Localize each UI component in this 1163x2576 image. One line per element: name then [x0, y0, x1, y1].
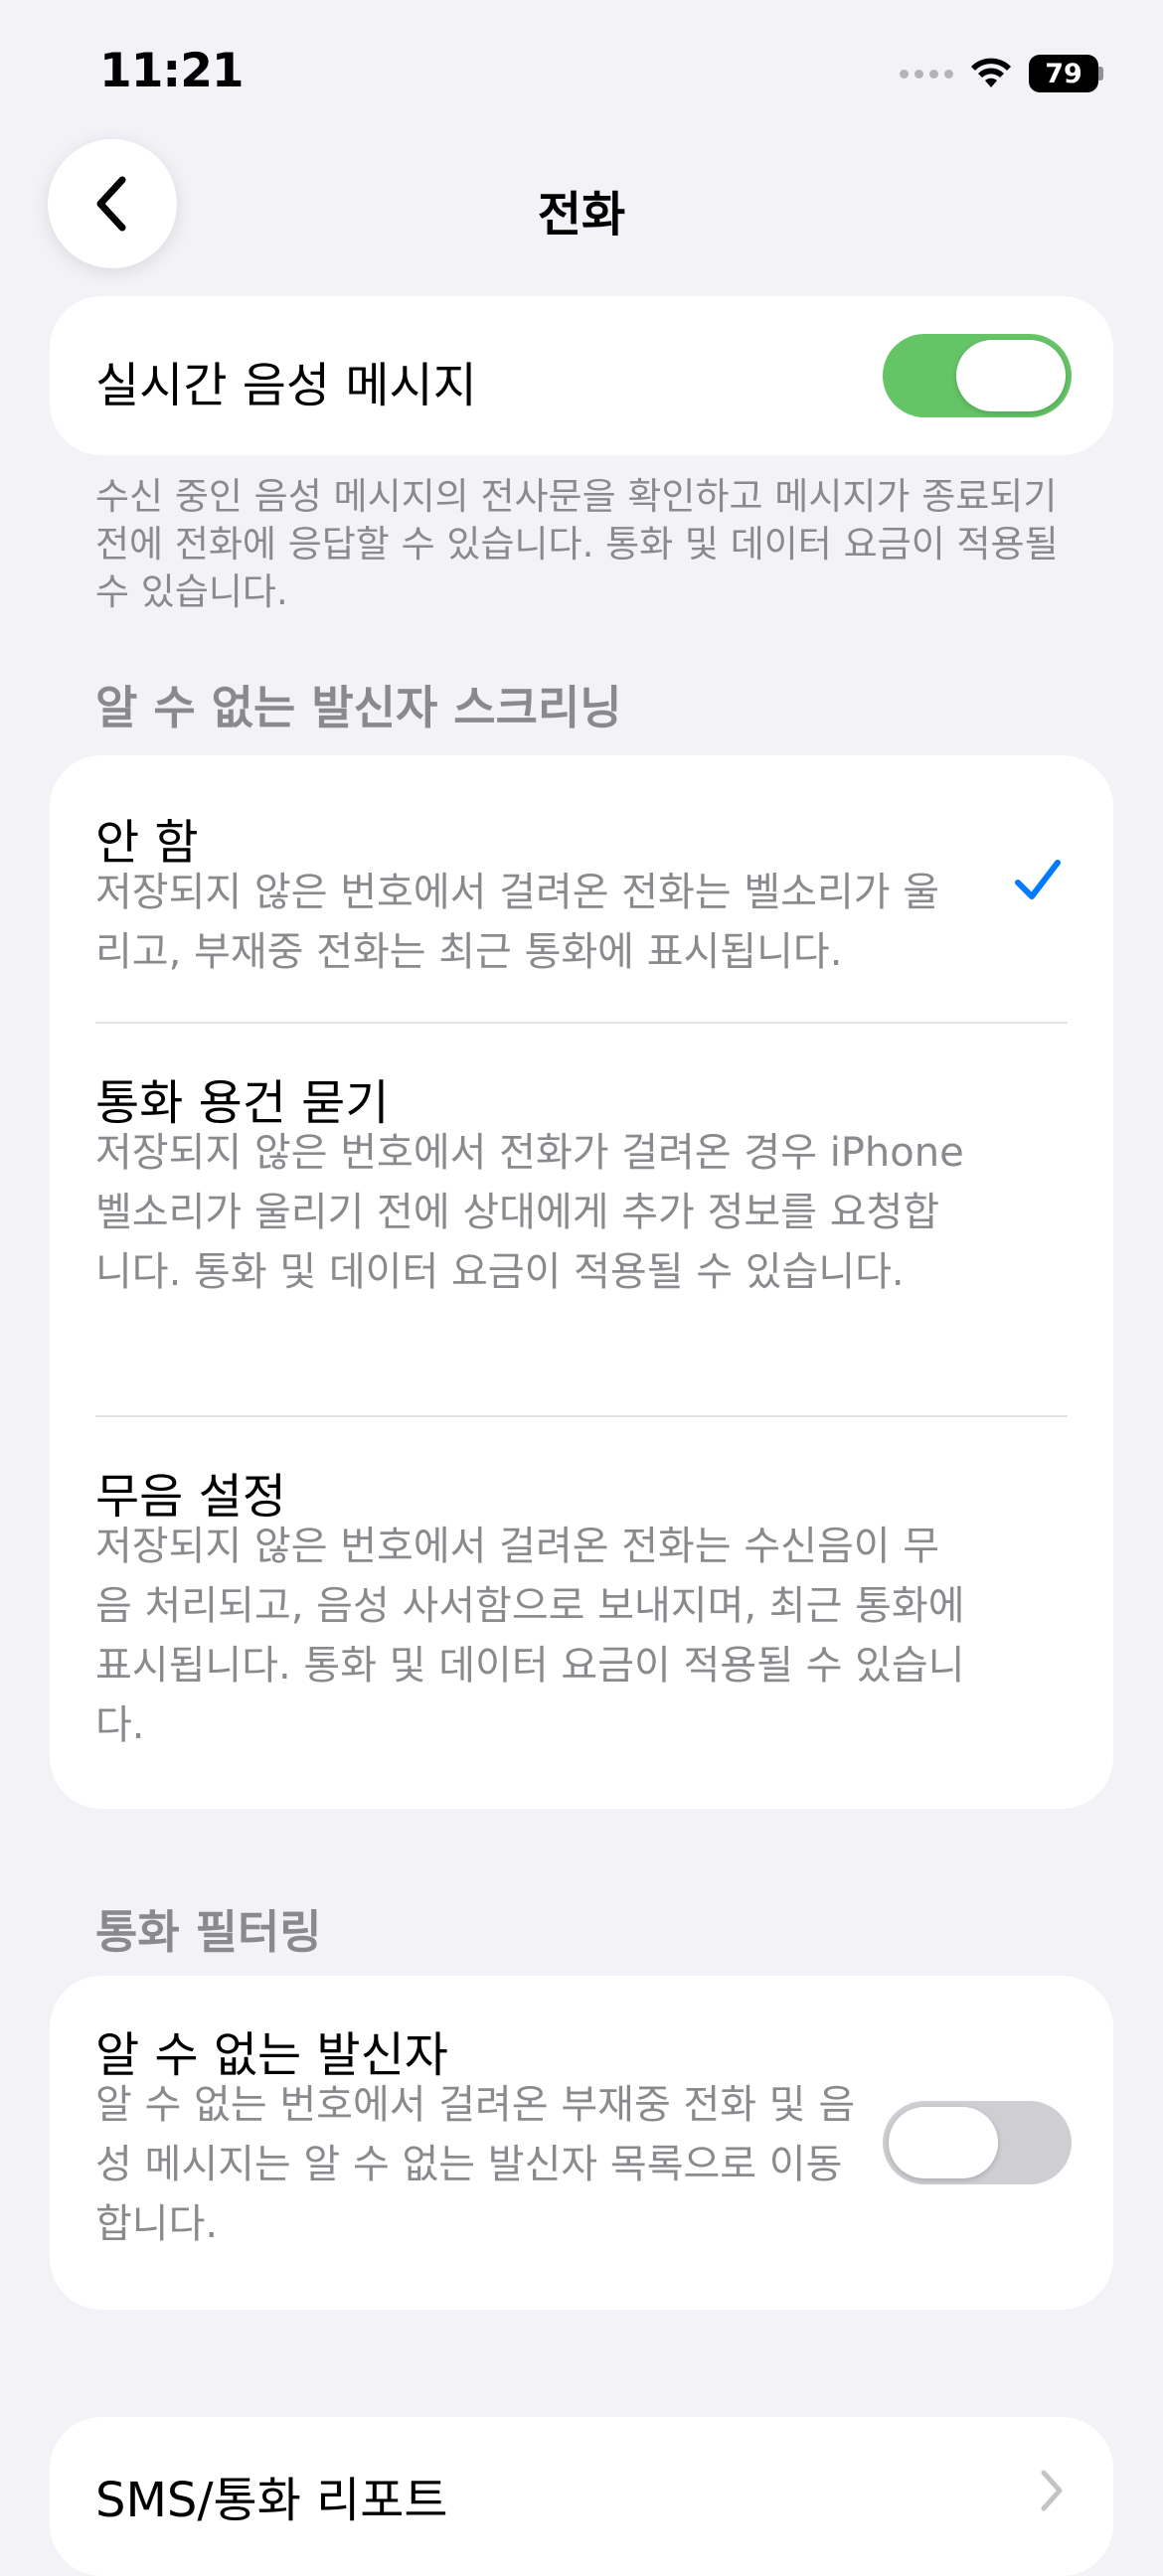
live-voicemail-footer: 수신 중인 음성 메시지의 전사문을 확인하고 메시지가 종료되기 전에 전화에…	[95, 475, 1059, 613]
status-bar: 11:21 79	[0, 0, 1163, 139]
option-description: 저장되지 않은 번호에서 걸려온 전화는 벨소리가 울리고, 부재중 전화는 최…	[95, 870, 940, 975]
unknown-senders-toggle[interactable]	[883, 2101, 1072, 2184]
screening-option-ask-reason[interactable]: 통화 용건 묻기 저장되지 않은 번호에서 전화가 걸려온 경우 iPhone …	[50, 1024, 1113, 1415]
screening-options-card: 안 함 저장되지 않은 번호에서 걸려온 전화는 벨소리가 울리고, 부재중 전…	[50, 755, 1113, 1809]
chevron-right-icon	[1041, 2470, 1063, 2511]
live-voicemail-card: 실시간 음성 메시지	[50, 296, 1113, 455]
option-description: 저장되지 않은 번호에서 걸려온 전화는 수신음이 무음 처리되고, 음성 사서…	[95, 1524, 965, 1748]
status-time: 11:21	[99, 44, 245, 98]
option-description: 저장되지 않은 번호에서 전화가 걸려온 경우 iPhone 벨소리가 울리기 …	[95, 1130, 964, 1295]
checkmark-icon	[1015, 860, 1061, 899]
unknown-senders-description: 알 수 없는 번호에서 걸려온 부재중 전화 및 음성 메시지는 알 수 없는 …	[95, 2082, 856, 2247]
wifi-icon	[971, 58, 1011, 87]
call-filtering-section-header: 통화 필터링	[95, 1905, 322, 1959]
screening-section-header: 알 수 없는 발신자 스크리닝	[95, 681, 622, 734]
status-icons: 79	[900, 44, 1103, 103]
live-voicemail-toggle[interactable]	[883, 334, 1072, 417]
battery-level: 79	[1029, 55, 1098, 92]
call-filtering-card: 알 수 없는 발신자 알 수 없는 번호에서 걸려온 부재중 전화 및 음성 메…	[50, 1976, 1113, 2310]
navigation-bar: 전화	[0, 139, 1163, 268]
sms-report-title: SMS/통화 리포트	[95, 2473, 448, 2528]
live-voicemail-label: 실시간 음성 메시지	[95, 358, 477, 413]
battery-icon: 79	[1029, 55, 1103, 92]
screening-option-never[interactable]: 안 함 저장되지 않은 번호에서 걸려온 전화는 벨소리가 울리고, 부재중 전…	[50, 755, 1113, 1024]
cellular-signal-icon	[900, 69, 953, 79]
sms-report-row[interactable]: SMS/통화 리포트	[50, 2417, 1113, 2576]
screening-option-silence[interactable]: 무음 설정 저장되지 않은 번호에서 걸려온 전화는 수신음이 무음 처리되고,…	[50, 1417, 1113, 1809]
page-title: 전화	[537, 187, 626, 242]
